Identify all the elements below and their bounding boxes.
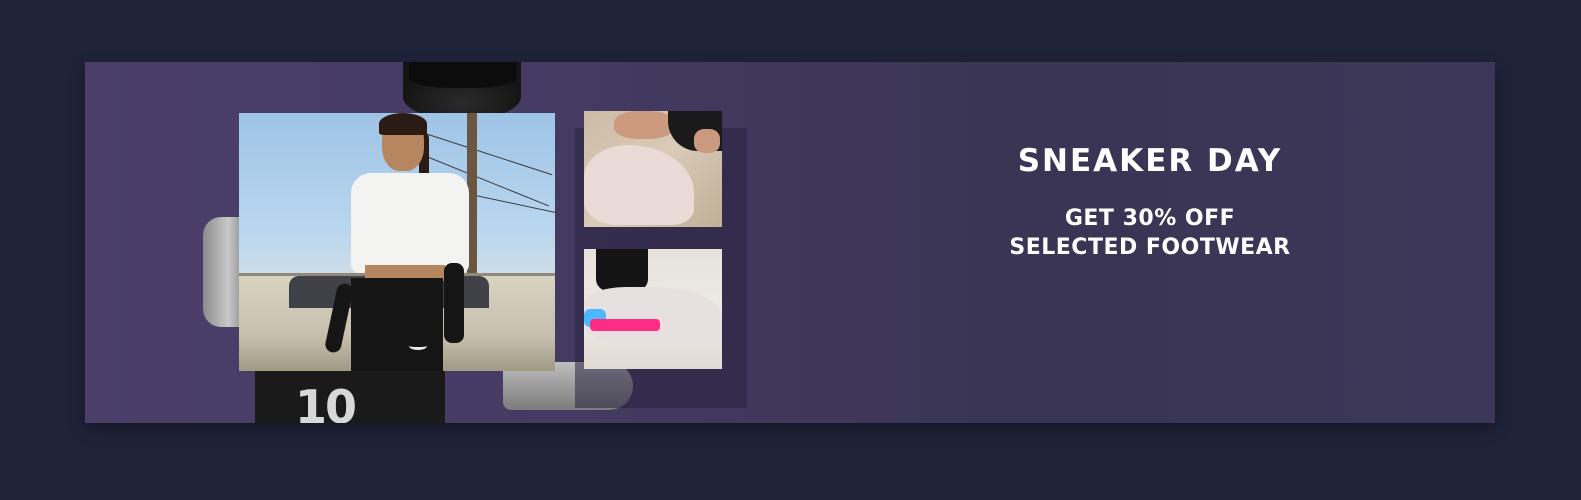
- hand: [694, 129, 720, 153]
- sneaker-day-banner[interactable]: 10 SNEAKER DAY GET 30% OFF SELECTED FOOT…: [85, 62, 1495, 423]
- tying-sneaker-photo: [584, 111, 722, 227]
- hand: [614, 111, 674, 139]
- sneaker-closeup-photo: [584, 249, 722, 369]
- woman-leggings: [351, 278, 443, 371]
- woman-sleeve-right: [444, 263, 464, 343]
- athlete-hair: [409, 62, 517, 88]
- power-line: [418, 131, 553, 176]
- subtitle-line-1: GET 30% OFF: [1064, 205, 1236, 231]
- banner-subtitle: GET 30% OFF SELECTED FOOTWEAR: [905, 204, 1395, 263]
- main-photo-woman: [239, 113, 555, 371]
- banner-title: SNEAKER DAY: [1017, 143, 1283, 179]
- page: 10 SNEAKER DAY GET 30% OFF SELECTED FOOT…: [0, 0, 1581, 500]
- woman-white-top: [351, 173, 469, 273]
- black-leg: [596, 249, 648, 291]
- sneaker-accent-pink: [590, 319, 660, 331]
- jersey-number: 10: [295, 380, 357, 423]
- swoosh-logo-icon: [409, 342, 427, 350]
- sneaker: [584, 145, 694, 225]
- banner-copy: SNEAKER DAY GET 30% OFF SELECTED FOOTWEA…: [905, 143, 1395, 263]
- subtitle-line-2: SELECTED FOOTWEAR: [1009, 235, 1291, 261]
- woman-hair: [379, 113, 427, 135]
